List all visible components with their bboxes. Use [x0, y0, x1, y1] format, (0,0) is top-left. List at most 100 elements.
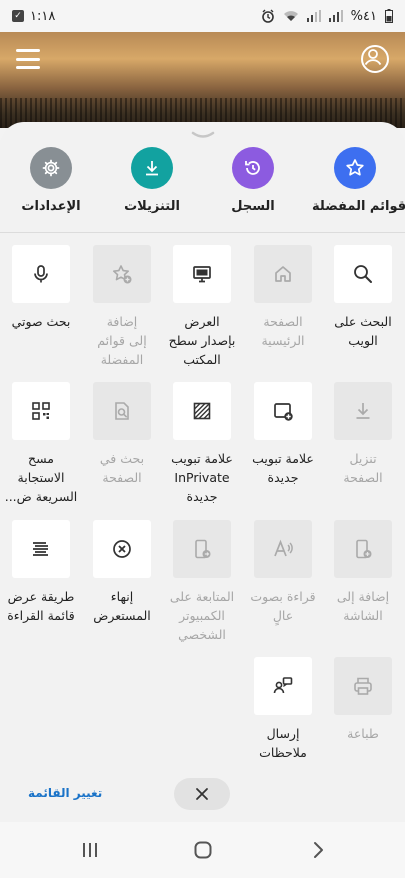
tile-desktop-site[interactable]: العرض بإصدار سطح المكتب: [162, 245, 242, 369]
quick-downloads-label: التنزيلات: [124, 199, 180, 214]
recent-apps-button[interactable]: [78, 838, 102, 862]
star-plus-icon: [113, 265, 132, 284]
tile-find-in-page-box: [93, 382, 151, 440]
tile-label-line: جديدة: [267, 470, 299, 485]
tile-add-favorites[interactable]: إضافة إلى قوائم المفضلة: [82, 245, 162, 369]
tile-label: تنزيل الصفحة: [323, 449, 403, 487]
download-icon: [356, 403, 370, 419]
feedback-icon: [273, 677, 293, 694]
history-icon: [245, 161, 260, 175]
tile-add-to-screen-box: [334, 520, 392, 578]
chevron-right-icon: [314, 842, 323, 858]
tile-label: إنهاء المستعرض: [82, 587, 162, 625]
tile-new-tab[interactable]: علامة تبويب جديدة: [243, 382, 323, 487]
tile-label: بحث في الصفحة: [82, 449, 162, 487]
tile-label-line: طباعة: [347, 726, 379, 741]
alarm-icon: [261, 9, 274, 23]
close-menu-button[interactable]: [174, 778, 230, 810]
tile-new-tab-box: [254, 382, 312, 440]
tile-voice-search[interactable]: بحث صوتي: [1, 245, 81, 331]
tile-send-feedback[interactable]: إرسال ملاحظات: [243, 657, 323, 762]
tile-find-in-page[interactable]: بحث في الصفحة: [82, 382, 162, 487]
tile-label-line: إضافة إلى: [336, 589, 390, 604]
home-nav-icon: [194, 841, 212, 859]
tile-label: طباعة: [323, 724, 403, 743]
bottom-actions: تغيير القائمة: [0, 778, 405, 810]
notification-icon: ✓: [12, 10, 24, 22]
new-tab-icon: [274, 403, 293, 421]
tile-label-line: تنزيل: [349, 451, 377, 466]
background-image: [0, 32, 405, 128]
tile-label-line: بإصدار سطح: [168, 333, 236, 348]
tile-continue-on-pc[interactable]: المتابعة على الكمبيوتر الشخصي: [162, 520, 242, 644]
search-icon: [354, 265, 372, 283]
tile-label: البحث على الويب: [323, 312, 403, 350]
quick-favorites-label: قوائم المفضلة: [312, 199, 405, 214]
tile-home[interactable]: الصفحة الرئيسية: [243, 245, 323, 350]
quick-history[interactable]: السجل: [210, 144, 296, 214]
tile-web-search[interactable]: البحث على الويب: [323, 245, 403, 350]
microphone-icon: [34, 265, 48, 283]
back-nav-button[interactable]: [306, 838, 330, 862]
hamburger-menu-icon[interactable]: [16, 49, 40, 69]
tile-label: إضافة إلى قوائم المفضلة: [82, 312, 162, 369]
tile-label-line: البحث على: [334, 314, 392, 329]
battery-percentage: %٤١: [350, 8, 377, 24]
tile-label-line: المكتب: [183, 352, 221, 367]
tile-label-line: الصفحة: [263, 314, 303, 329]
quick-settings-label: الإعدادات: [21, 199, 81, 214]
tile-label: إضافة إلى الشاشة: [323, 587, 403, 625]
tile-qr-scan[interactable]: مسح الاستجابة السريعة ض...: [1, 382, 81, 506]
tile-voice-search-box: [12, 245, 70, 303]
profile-avatar-icon[interactable]: [361, 45, 389, 73]
home-nav-button[interactable]: [191, 838, 215, 862]
status-indicators: %٤١: [261, 9, 393, 24]
tile-label: العرض بإصدار سطح المكتب: [162, 312, 242, 369]
battery-icon: [385, 9, 393, 23]
tile-label-line: بحث صوتي: [11, 314, 71, 329]
tile-label-line: عالٍ: [272, 608, 294, 623]
status-left: ✓ ١:١٨: [12, 9, 55, 24]
tile-label-line: المستعرض: [93, 608, 151, 623]
tile-label-line: علامة تبويب: [252, 451, 314, 466]
tile-label-line: ملاحظات: [259, 745, 307, 760]
tile-read-aloud[interactable]: قراءة بصوت عالٍ: [243, 520, 323, 625]
system-navigation-bar: [0, 822, 405, 878]
status-time: ١:١٨: [30, 8, 56, 24]
tile-download-page[interactable]: تنزيل الصفحة: [323, 382, 403, 487]
signal-icon: [306, 10, 321, 22]
tile-add-favorites-box: [93, 245, 151, 303]
find-in-page-icon: [115, 402, 129, 420]
tile-reading-view[interactable]: طريقة عرض قائمة القراءة: [1, 520, 81, 625]
tile-label: إرسال ملاحظات: [243, 724, 323, 762]
tile-label-line: الويب: [348, 333, 378, 348]
downloads-circle: [131, 147, 173, 189]
gear-icon: [42, 159, 60, 177]
tile-label: الصفحة الرئيسية: [243, 312, 323, 350]
quick-history-label: السجل: [231, 199, 275, 214]
quick-settings[interactable]: الإعدادات: [8, 144, 94, 214]
quick-favorites[interactable]: قوائم المفضلة: [312, 144, 405, 214]
tile-qr-scan-box: [12, 382, 70, 440]
tile-label-line: الشاشة: [343, 608, 383, 623]
tile-exit-browser[interactable]: إنهاء المستعرض: [82, 520, 162, 625]
monitor-icon: [193, 266, 211, 283]
tile-label: قراءة بصوت عالٍ: [243, 587, 323, 625]
tile-add-to-screen[interactable]: إضافة إلى الشاشة: [323, 520, 403, 625]
tile-label-line: الشخصي: [178, 627, 226, 642]
tile-label-line: الرئيسية: [261, 333, 305, 348]
drag-handle-icon[interactable]: [190, 130, 216, 140]
tile-print[interactable]: طباعة: [323, 657, 403, 743]
change-menu-link[interactable]: تغيير القائمة: [28, 786, 102, 800]
status-bar: ✓ ١:١٨ %٤١: [0, 0, 405, 32]
quick-downloads[interactable]: التنزيلات: [109, 144, 195, 214]
tile-label-line: إنهاء: [110, 589, 134, 604]
tile-new-inprivate-tab[interactable]: علامة تبويب InPrivate جديدة: [162, 382, 242, 506]
read-aloud-icon: [274, 539, 293, 557]
quick-actions-row: قوائم المفضلة السجل التنزيلات الإعدادات: [0, 144, 405, 224]
reading-list-icon: [33, 542, 48, 556]
tile-label-line: جديدة: [186, 489, 218, 504]
qr-code-icon: [32, 402, 50, 420]
tile-continue-on-pc-box: [173, 520, 231, 578]
tile-label: علامة تبويب جديدة: [243, 449, 323, 487]
